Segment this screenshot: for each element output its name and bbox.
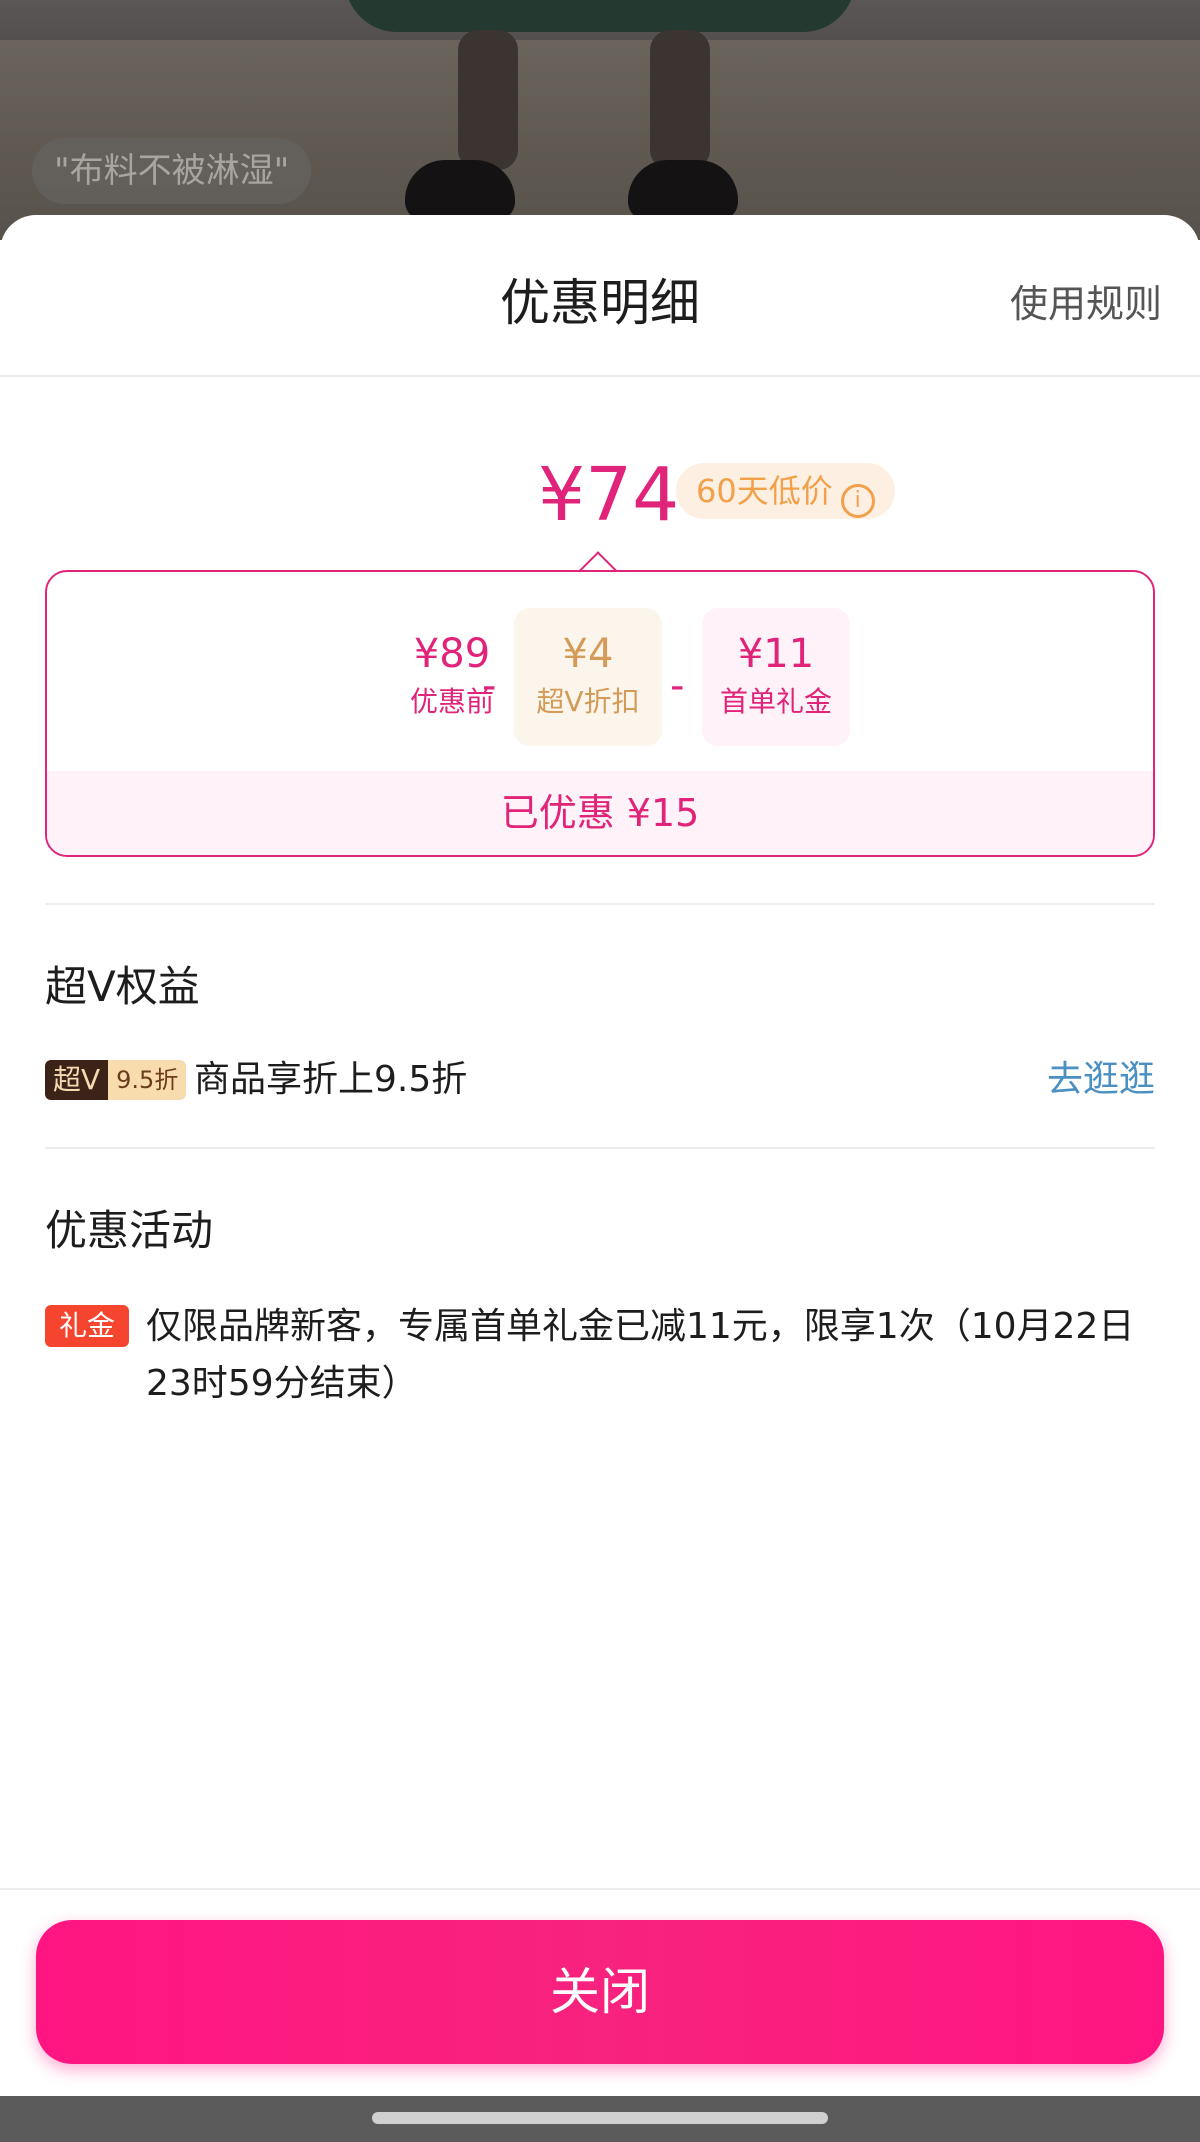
close-button[interactable]: 关闭 bbox=[36, 1920, 1164, 2064]
section-divider bbox=[45, 903, 1155, 905]
low-price-label: 60天低价 bbox=[696, 472, 833, 510]
photo-leg-right bbox=[650, 30, 710, 170]
product-photo-background: "布料不被淋湿" bbox=[0, 0, 1200, 240]
superv-badge-label: 超V bbox=[45, 1060, 109, 1100]
first-order-gift-item: ¥11 首单礼金 bbox=[702, 608, 850, 746]
photo-shoe-left bbox=[405, 160, 515, 220]
superv-discount-item: ¥4 超V折扣 bbox=[514, 608, 662, 746]
footer-divider bbox=[0, 1888, 1200, 1890]
superv-badge-rate: 9.5折 bbox=[108, 1060, 187, 1100]
total-saved: 已优惠 ¥15 bbox=[47, 771, 1153, 855]
final-price: ¥74 bbox=[538, 452, 680, 538]
superv-badge: 超V 9.5折 bbox=[45, 1060, 187, 1100]
first-order-gift-value: ¥11 bbox=[737, 631, 815, 677]
base-price-value: ¥89 bbox=[413, 631, 491, 677]
sheet-header: 优惠明细 使用规则 bbox=[0, 215, 1200, 377]
superv-discount-value: ¥4 bbox=[562, 631, 614, 677]
photo-leg-left bbox=[458, 30, 518, 170]
gift-badge: 礼金 bbox=[45, 1305, 129, 1347]
usage-rules-link[interactable]: 使用规则 bbox=[1010, 273, 1162, 328]
browse-link[interactable]: 去逛逛 bbox=[1047, 1057, 1155, 1103]
superv-description: 商品享折上9.5折 bbox=[194, 1059, 468, 1100]
home-indicator[interactable] bbox=[372, 2112, 828, 2124]
superv-discount-label: 超V折扣 bbox=[536, 685, 640, 718]
photo-skirt bbox=[345, 0, 855, 32]
promotion-description: 仅限品牌新客，专属首单礼金已减11元，限享1次（10月22日23时59分结束） bbox=[146, 1306, 1135, 1404]
system-navigation-bar bbox=[0, 2096, 1200, 2142]
photo-feature-tag: "布料不被淋湿" bbox=[32, 138, 312, 204]
minus-sign: - bbox=[670, 663, 685, 709]
minus-sign: - bbox=[482, 663, 497, 709]
section-divider bbox=[45, 1147, 1155, 1149]
calculation-items: ¥89 优惠前 - ¥4 超V折扣 - ¥11 首单礼金 bbox=[47, 608, 1153, 748]
base-price-label: 优惠前 bbox=[409, 685, 494, 718]
promotion-section-title: 优惠活动 bbox=[45, 1206, 214, 1255]
price-calculation-card: ¥89 优惠前 - ¥4 超V折扣 - ¥11 首单礼金 已优惠 ¥15 bbox=[45, 570, 1155, 857]
base-price-item: ¥89 优惠前 bbox=[378, 608, 526, 746]
first-order-gift-label: 首单礼金 bbox=[719, 685, 832, 718]
info-icon[interactable]: i bbox=[840, 484, 875, 518]
low-price-badge[interactable]: 60天低价 i bbox=[676, 463, 895, 519]
superv-section-title: 超V权益 bbox=[45, 962, 200, 1011]
photo-shoe-right bbox=[628, 160, 738, 220]
discount-detail-sheet: 优惠明细 使用规则 ¥74 60天低价 i ¥89 优惠前 - ¥4 超V折扣 -… bbox=[0, 215, 1200, 2095]
